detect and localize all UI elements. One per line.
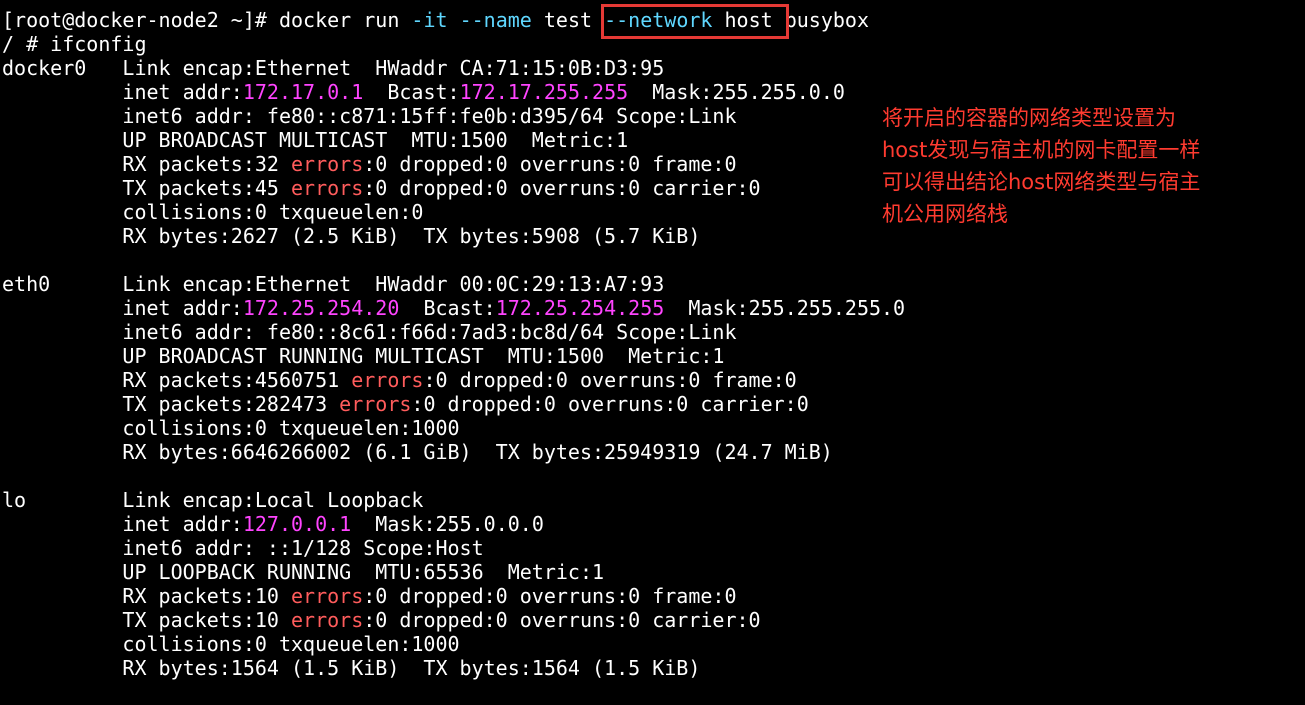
terminal-line: / # ifconfig: [2, 32, 1302, 56]
terminal-line: TX packets:282473 errors:0 dropped:0 ove…: [2, 392, 1302, 416]
terminal-line: RX bytes:6646266002 (6.1 GiB) TX bytes:2…: [2, 440, 1302, 464]
terminal-text: inet addr:: [2, 512, 243, 536]
terminal-line: docker0 Link encap:Ethernet HWaddr CA:71…: [2, 56, 1302, 80]
terminal-text: [root@docker-node2 ~]# docker run: [2, 8, 412, 32]
terminal-line: TX packets:10 errors:0 dropped:0 overrun…: [2, 608, 1302, 632]
terminal-text: inet6 addr: fe80::c871:15ff:fe0b:d395/64…: [2, 104, 737, 128]
errors-label: errors: [290, 176, 364, 200]
terminal-line: inet addr:172.25.254.20 Bcast:172.25.254…: [2, 296, 1302, 320]
terminal-text: inet addr:: [2, 296, 243, 320]
terminal-line: inet6 addr: ::1/128 Scope:Host: [2, 536, 1302, 560]
terminal-line: UP BROADCAST RUNNING MULTICAST MTU:1500 …: [2, 344, 1302, 368]
terminal-text: TX packets:45: [2, 176, 291, 200]
command-flag: -it: [411, 8, 448, 32]
terminal-text: :0 dropped:0 overruns:0 carrier:0: [363, 176, 761, 200]
terminal-text: TX packets:10: [2, 608, 291, 632]
terminal-text: RX packets:4560751: [2, 368, 352, 392]
terminal-line: inet addr:127.0.0.1 Mask:255.0.0.0: [2, 512, 1302, 536]
ip-address-text: 172.25.254.255: [495, 296, 665, 320]
command-flag: --network: [604, 8, 713, 32]
terminal-text: :0 dropped:0 overruns:0 frame:0: [423, 368, 797, 392]
ip-address-text: 127.0.0.1: [242, 512, 352, 536]
terminal-text: :0 dropped:0 overruns:0 carrier:0: [363, 608, 761, 632]
terminal-text: / # ifconfig: [2, 32, 147, 56]
annotation-line: 机公用网络栈: [882, 202, 1008, 226]
annotation-line: host发现与宿主机的网卡配置一样: [882, 138, 1201, 162]
terminal-text: Bcast:: [363, 80, 460, 104]
annotation-note: 将开启的容器的网络类型设置为 host发现与宿主机的网卡配置一样 可以得出结论h…: [882, 102, 1254, 230]
terminal-text: inet addr:: [2, 80, 243, 104]
ip-address-text: 172.17.255.255: [459, 80, 629, 104]
terminal-text: host busybox: [712, 8, 869, 32]
terminal-line: RX packets:4560751 errors:0 dropped:0 ov…: [2, 368, 1302, 392]
terminal-text: collisions:0 txqueuelen:1000: [2, 416, 460, 440]
terminal-text: TX packets:282473: [2, 392, 340, 416]
errors-label: errors: [290, 608, 364, 632]
terminal-line: [root@docker-node2 ~]# docker run -it --…: [2, 8, 1302, 32]
errors-label: errors: [290, 152, 364, 176]
annotation-line: 将开启的容器的网络类型设置为: [882, 106, 1176, 130]
terminal-text: RX packets:10: [2, 584, 291, 608]
terminal-text: docker0 Link encap:Ethernet HWaddr CA:71…: [2, 56, 665, 80]
terminal-text: RX bytes:2627 (2.5 KiB) TX bytes:5908 (5…: [2, 224, 701, 248]
terminal-text: :0 dropped:0 overruns:0 carrier:0: [411, 392, 809, 416]
terminal-line: inet6 addr: fe80::8c61:f66d:7ad3:bc8d/64…: [2, 320, 1302, 344]
terminal-line: UP LOOPBACK RUNNING MTU:65536 Metric:1: [2, 560, 1302, 584]
terminal-line: eth0 Link encap:Ethernet HWaddr 00:0C:29…: [2, 272, 1302, 296]
terminal-line: collisions:0 txqueuelen:1000: [2, 416, 1302, 440]
terminal-text: UP LOOPBACK RUNNING MTU:65536 Metric:1: [2, 560, 605, 584]
terminal-text: UP BROADCAST RUNNING MULTICAST MTU:1500 …: [2, 344, 725, 368]
terminal-text: inet6 addr: ::1/128 Scope:Host: [2, 536, 484, 560]
terminal-text: UP BROADCAST MULTICAST MTU:1500 Metric:1: [2, 128, 629, 152]
terminal-text: RX packets:32: [2, 152, 291, 176]
terminal-line: lo Link encap:Local Loopback: [2, 488, 1302, 512]
terminal-text: :0 dropped:0 overruns:0 frame:0: [363, 152, 737, 176]
terminal-line: RX bytes:1564 (1.5 KiB) TX bytes:1564 (1…: [2, 656, 1302, 680]
terminal-text: collisions:0 txqueuelen:0: [2, 200, 424, 224]
terminal-text: Bcast:: [399, 296, 496, 320]
terminal-text: RX bytes:1564 (1.5 KiB) TX bytes:1564 (1…: [2, 656, 701, 680]
terminal-text: Mask:255.255.255.0: [664, 296, 906, 320]
terminal-text: eth0 Link encap:Ethernet HWaddr 00:0C:29…: [2, 272, 665, 296]
terminal-line: inet addr:172.17.0.1 Bcast:172.17.255.25…: [2, 80, 1302, 104]
terminal-text: Mask:255.0.0.0: [351, 512, 544, 536]
terminal-text: Mask:255.255.0.0: [628, 80, 845, 104]
terminal-text: lo Link encap:Local Loopback: [2, 488, 424, 512]
terminal-text: test: [531, 8, 605, 32]
terminal-line: collisions:0 txqueuelen:1000: [2, 632, 1302, 656]
ip-address-text: 172.17.0.1: [242, 80, 364, 104]
command-flag: --name: [459, 8, 532, 32]
ip-address-text: 172.25.254.20: [242, 296, 400, 320]
terminal-text: :0 dropped:0 overruns:0 frame:0: [363, 584, 737, 608]
errors-label: errors: [290, 584, 364, 608]
annotation-line: 可以得出结论host网络类型与宿主: [882, 170, 1201, 194]
errors-label: errors: [351, 368, 424, 392]
terminal-text: RX bytes:6646266002 (6.1 GiB) TX bytes:2…: [2, 440, 833, 464]
terminal-text: inet6 addr: fe80::8c61:f66d:7ad3:bc8d/64…: [2, 320, 737, 344]
terminal-text: collisions:0 txqueuelen:1000: [2, 632, 460, 656]
terminal-line: RX packets:10 errors:0 dropped:0 overrun…: [2, 584, 1302, 608]
errors-label: errors: [339, 392, 412, 416]
